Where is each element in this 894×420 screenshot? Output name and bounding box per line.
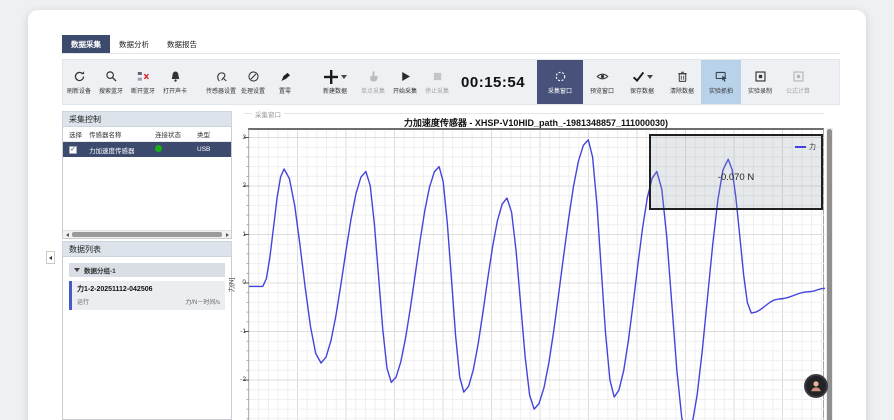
eye-icon (596, 69, 609, 84)
measurement-annotation: -0.070 N (651, 172, 821, 183)
dashed-circle-icon (554, 69, 567, 84)
y-tick-label: 3 (234, 134, 246, 141)
chevron-down-icon (74, 268, 80, 272)
check-icon (632, 70, 645, 83)
capture-control-header: 采集控制 (62, 111, 232, 127)
zero-button[interactable]: 置零 (269, 60, 301, 104)
legend-line-swatch (795, 146, 806, 148)
y-tick-label: -2 (234, 376, 246, 383)
marker-pen-icon (279, 69, 292, 84)
play-icon (399, 69, 412, 84)
plus-icon (323, 69, 339, 85)
capture-window-button[interactable]: 采集窗口 (537, 60, 583, 104)
stop-icon (431, 69, 444, 84)
chevron-down-icon[interactable] (647, 75, 653, 79)
disconnect-bluetooth-button[interactable]: 断开蓝牙 (127, 60, 159, 104)
tab-bar: 数据采集 数据分析 数据报告 (62, 37, 840, 54)
data-group-row[interactable]: 数据分组-1 (69, 263, 225, 277)
person-icon (809, 379, 823, 393)
search-bluetooth-button[interactable]: 搜索蓝牙 (95, 60, 127, 104)
edit-circle-icon (247, 69, 260, 84)
scrollbar-thumb[interactable] (827, 129, 832, 420)
preview-window-button[interactable]: 预览窗口 (583, 60, 621, 104)
plot-area[interactable]: 力[N] 3210-1-2 -0.070 N 力 (248, 128, 824, 420)
clear-data-button[interactable]: 清除数据 (663, 60, 701, 104)
groupbox-label: 采集窗口 (252, 109, 284, 119)
tab-data-analysis[interactable]: 数据分析 (110, 35, 158, 53)
capture-control-panel: 采集控制 选择 传感器名称 连接状态 类型 ✓ 力加速度传感器 USB (62, 111, 232, 239)
chevron-down-icon[interactable] (341, 75, 347, 79)
bluetooth-disconnect-icon (137, 69, 150, 84)
new-data-button[interactable]: 新建数据 (313, 60, 357, 104)
dataset-status: 运行 (77, 297, 89, 306)
scroll-right-icon[interactable] (223, 231, 231, 239)
data-list-header: 数据列表 (62, 241, 232, 257)
sensor-table-header: 选择 传感器名称 连接状态 类型 (63, 127, 231, 142)
app-screenshot: { "tabs": { "items": [ { "label": "数据采集"… (0, 0, 894, 420)
y-tick-label: 2 (234, 182, 246, 189)
ear-settings-icon (215, 69, 228, 84)
toolbar-spacer (191, 60, 205, 104)
scrollbar-thumb[interactable] (72, 232, 222, 237)
chart-panel: 采集窗口 力加速度传感器 - XHSP-V10HID_path_-1981348… (238, 108, 858, 420)
data-list-panel: 数据列表 数据分组-1 力1-2-20251112-042506 运行 力/N－… (62, 241, 232, 420)
chart-legend: 力 (795, 142, 816, 152)
sensor-checkbox[interactable]: ✓ (69, 146, 77, 154)
y-tick-label: 1 (234, 231, 246, 238)
search-icon (105, 69, 118, 84)
bell-icon (169, 69, 182, 84)
stop-capture-button[interactable]: 停止采集 (421, 60, 453, 104)
experiment-snapshot-button[interactable]: 实验抓拍 (701, 60, 741, 104)
tab-data-capture[interactable]: 数据采集 (62, 35, 110, 53)
process-settings-button[interactable]: 处理设置 (237, 60, 269, 104)
floating-avatar-button[interactable] (804, 374, 828, 398)
horizontal-scrollbar[interactable] (63, 230, 231, 238)
hand-point-icon (367, 69, 380, 84)
formula-square-icon (792, 69, 805, 84)
status-dot (155, 145, 162, 152)
start-capture-button[interactable]: 开始采集 (389, 60, 421, 104)
screen-capture-icon (715, 69, 728, 84)
groupbox-line (244, 113, 824, 114)
y-tick-label: -1 (234, 328, 246, 335)
sidebar-collapse-handle[interactable] (46, 251, 55, 264)
y-tick-label: 0 (234, 279, 246, 286)
open-soundcard-button[interactable]: 打开声卡 (159, 60, 191, 104)
dataset-axes: 力/N－时间/s (185, 297, 220, 306)
refresh-device-button[interactable]: 刷新设备 (63, 60, 95, 104)
tab-data-report[interactable]: 数据报告 (158, 35, 206, 53)
main-toolbar: 刷新设备 搜索蓝牙 断开蓝牙 打开声卡 传感器设置 处理设置 置零 (62, 59, 840, 105)
scroll-left-icon[interactable] (63, 231, 71, 239)
table-row-sensor[interactable]: ✓ 力加速度传感器 USB (63, 142, 231, 157)
sensor-settings-button[interactable]: 传感器设置 (205, 60, 237, 104)
list-item-dataset[interactable]: 力1-2-20251112-042506 运行 力/N－时间/s (69, 281, 225, 310)
legend-series-label: 力 (809, 142, 816, 152)
experiment-record-button[interactable]: 实验录制 (741, 60, 779, 104)
vertical-scrollbar[interactable] (826, 128, 833, 420)
record-square-icon (754, 69, 767, 84)
app-window: 数据采集 数据分析 数据报告 刷新设备 搜索蓝牙 断开蓝牙 打开声卡 传感器设置… (28, 10, 866, 420)
capture-timer: 00:15:54 (461, 74, 525, 91)
refresh-icon (73, 69, 86, 84)
toolbar-spacer (301, 60, 313, 104)
trash-icon (676, 69, 689, 84)
formula-calc-button[interactable]: 公式计算 (779, 60, 817, 104)
save-data-button[interactable]: 保存数据 (621, 60, 663, 104)
single-point-capture-button[interactable]: 单点采集 (357, 60, 389, 104)
